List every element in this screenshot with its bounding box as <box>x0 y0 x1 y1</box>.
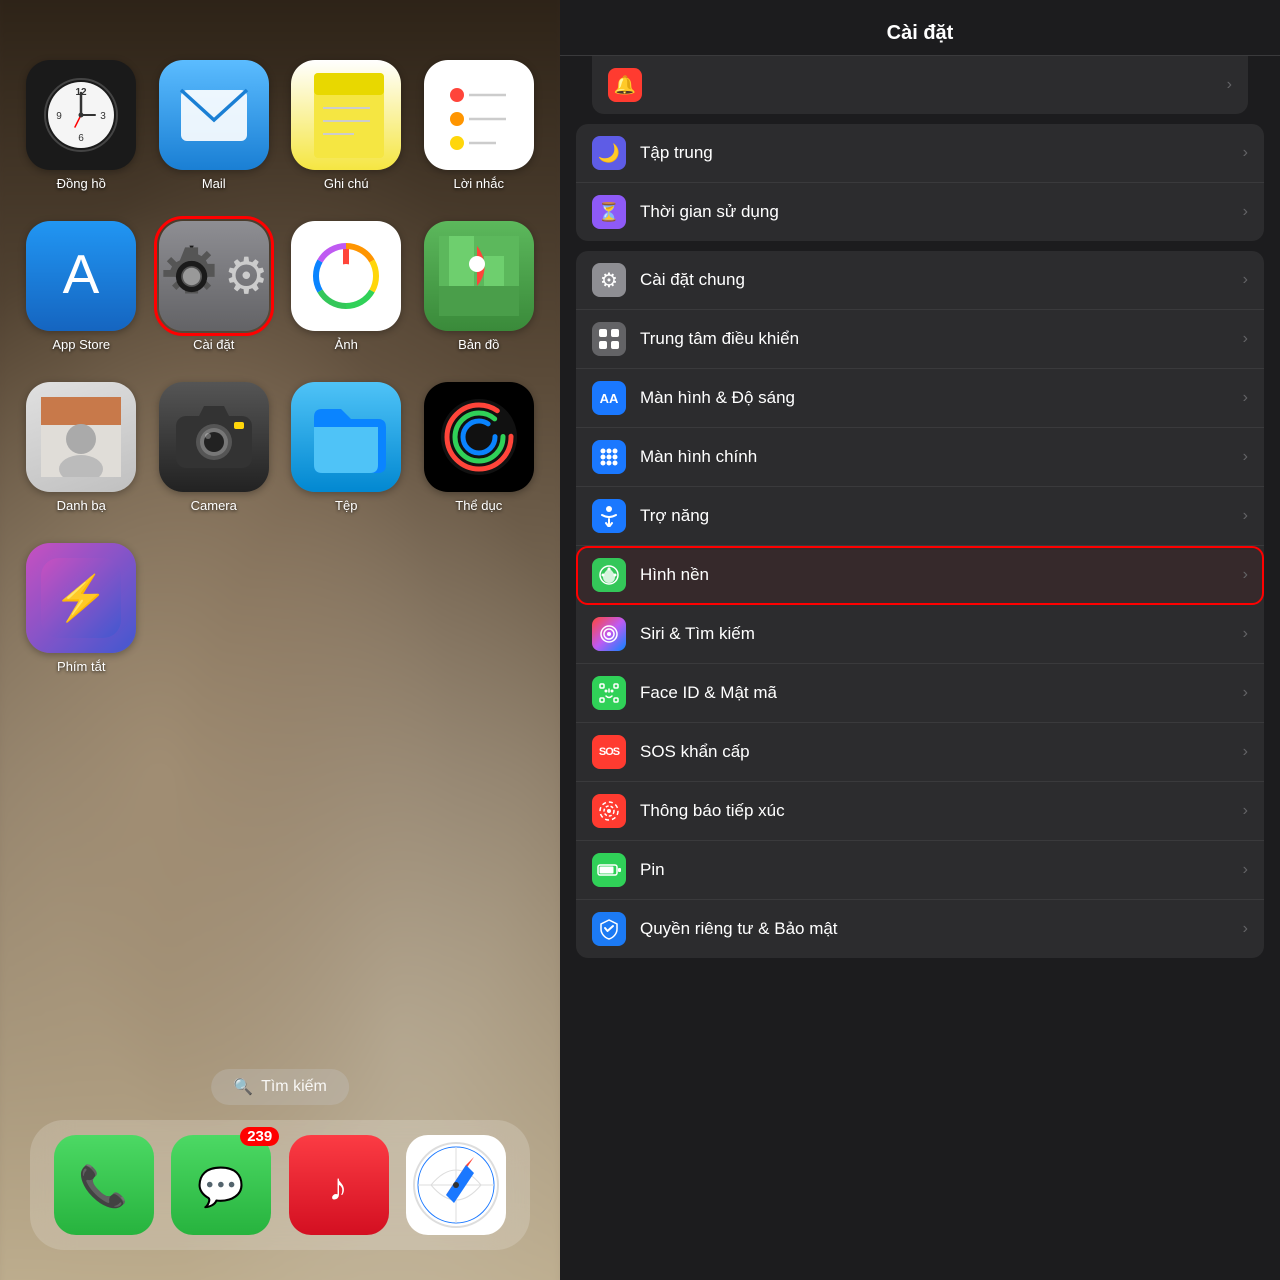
home-screen: 12 3 6 9 Đồng hồ Mail <box>0 0 560 1280</box>
settings-section-1: 🌙 Tập trung › ⏳ Thời gian sử dụng › <box>576 124 1264 241</box>
settings-item-faceid[interactable]: Face ID & Mật mã › <box>576 664 1264 723</box>
siri-icon <box>592 617 626 651</box>
battery-label: Pin <box>640 860 1243 880</box>
svg-text:A: A <box>63 243 100 305</box>
settings-item-wallpaper[interactable]: Hình nền › <box>576 546 1264 605</box>
contacts-label: Danh bạ <box>57 498 106 513</box>
search-text: Tìm kiếm <box>261 1078 327 1096</box>
dock-messages[interactable]: 💬 239 <box>171 1135 271 1235</box>
settings-item-siri[interactable]: Siri & Tìm kiếm › <box>576 605 1264 664</box>
mail-label: Mail <box>202 176 226 191</box>
app-mail[interactable]: Mail <box>153 60 276 191</box>
sos-label: SOS khẩn cấp <box>640 742 1243 762</box>
settings-title: Cài đặt <box>560 0 1280 56</box>
display-icon: AA <box>592 381 626 415</box>
app-settings[interactable]: ⚙ Cài đặt <box>153 221 276 352</box>
top-icon: 🔔 <box>608 68 642 102</box>
dock: 📞 💬 239 ♪ <box>30 1120 530 1250</box>
settings-item-controlcenter[interactable]: Trung tâm điều khiển › <box>576 310 1264 369</box>
reminders-label: Lời nhắc <box>454 176 504 191</box>
screentime-chevron: › <box>1243 203 1248 221</box>
contact-icon <box>592 794 626 828</box>
svg-text:⚡: ⚡ <box>54 573 109 624</box>
fitness-label: Thể dục <box>455 498 502 513</box>
svg-text:📞: 📞 <box>78 1161 128 1209</box>
camera-label: Camera <box>191 498 237 513</box>
faceid-label: Face ID & Mật mã <box>640 683 1243 703</box>
accessibility-label: Trợ năng <box>640 506 1243 526</box>
homescreen-label: Màn hình chính <box>640 447 1243 467</box>
settings-panel: Cài đặt 🔔 › 🌙 Tập trung › <box>560 0 1280 1280</box>
settings-item-top[interactable]: 🔔 › <box>592 56 1248 114</box>
focus-label: Tập trung <box>640 143 1243 163</box>
settings-section-2: ⚙ Cài đặt chung › Trung tâm điều khiển › <box>576 251 1264 958</box>
privacy-label: Quyền riêng tư & Bảo mật <box>640 919 1243 939</box>
settings-item-sos[interactable]: SOS SOS khẩn cấp › <box>576 723 1264 782</box>
settings-item-general[interactable]: ⚙ Cài đặt chung › <box>576 251 1264 310</box>
general-label: Cài đặt chung <box>640 270 1243 290</box>
messages-badge: 239 <box>240 1127 279 1146</box>
app-camera[interactable]: Camera <box>153 382 276 513</box>
focus-chevron: › <box>1243 144 1248 162</box>
general-icon: ⚙ <box>592 263 626 297</box>
screentime-icon: ⏳ <box>592 195 626 229</box>
screentime-label: Thời gian sử dụng <box>640 202 1243 222</box>
app-contacts[interactable]: Danh bạ <box>20 382 143 513</box>
settings-label: Cài đặt <box>193 337 234 352</box>
dock-safari[interactable] <box>406 1135 506 1235</box>
app-photos[interactable]: Ảnh <box>285 221 408 352</box>
svg-text:3: 3 <box>100 111 106 122</box>
settings-item-focus[interactable]: 🌙 Tập trung › <box>576 124 1264 183</box>
app-fitness[interactable]: Thể dục <box>418 382 541 513</box>
siri-label: Siri & Tìm kiếm <box>640 624 1243 644</box>
maps-label: Bản đồ <box>458 337 499 352</box>
settings-item-battery[interactable]: Pin › <box>576 841 1264 900</box>
app-clock[interactable]: 12 3 6 9 Đồng hồ <box>20 60 143 191</box>
svg-text:6: 6 <box>78 133 84 144</box>
settings-list: 🔔 › 🌙 Tập trung › ⏳ Thời gian sử <box>560 56 1280 1280</box>
app-grid: 12 3 6 9 Đồng hồ Mail <box>20 60 540 674</box>
app-appstore[interactable]: A App Store <box>20 221 143 352</box>
search-icon: 🔍 <box>233 1077 253 1097</box>
homescreen-icon <box>592 440 626 474</box>
accessibility-icon <box>592 499 626 533</box>
app-shortcuts[interactable]: ⚡ Phím tắt <box>20 543 143 674</box>
shortcuts-label: Phím tắt <box>57 659 105 674</box>
top-chevron: › <box>1227 76 1232 94</box>
svg-text:♪: ♪ <box>329 1167 348 1209</box>
app-notes[interactable]: Ghi chú <box>285 60 408 191</box>
controlcenter-icon <box>592 322 626 356</box>
privacy-icon <box>592 912 626 946</box>
settings-item-contact[interactable]: Thông báo tiếp xúc › <box>576 782 1264 841</box>
display-label: Màn hình & Độ sáng <box>640 388 1243 408</box>
photos-label: Ảnh <box>335 337 358 352</box>
controlcenter-label: Trung tâm điều khiển <box>640 329 1243 349</box>
wallpaper-label: Hình nền <box>640 565 1243 585</box>
search-bar[interactable]: 🔍 Tìm kiếm <box>211 1069 349 1105</box>
appstore-label: App Store <box>52 337 110 352</box>
notes-label: Ghi chú <box>324 176 369 191</box>
dock-phone[interactable]: 📞 <box>54 1135 154 1235</box>
faceid-icon <box>592 676 626 710</box>
settings-item-screentime[interactable]: ⏳ Thời gian sử dụng › <box>576 183 1264 241</box>
svg-text:9: 9 <box>56 111 62 122</box>
settings-item-accessibility[interactable]: Trợ năng › <box>576 487 1264 546</box>
svg-text:💬: 💬 <box>197 1165 244 1209</box>
settings-item-privacy[interactable]: Quyền riêng tư & Bảo mật › <box>576 900 1264 958</box>
settings-item-display[interactable]: AA Màn hình & Độ sáng › <box>576 369 1264 428</box>
contact-label: Thông báo tiếp xúc <box>640 801 1243 821</box>
battery-icon <box>592 853 626 887</box>
app-maps[interactable]: Bản đồ <box>418 221 541 352</box>
app-files[interactable]: Tệp <box>285 382 408 513</box>
wallpaper-icon <box>592 558 626 592</box>
focus-icon: 🌙 <box>592 136 626 170</box>
settings-item-homescreen[interactable]: Màn hình chính › <box>576 428 1264 487</box>
clock-label: Đồng hồ <box>57 176 106 191</box>
app-reminders[interactable]: Lời nhắc <box>418 60 541 191</box>
sos-icon: SOS <box>592 735 626 769</box>
dock-music[interactable]: ♪ <box>289 1135 389 1235</box>
files-label: Tệp <box>335 498 357 513</box>
